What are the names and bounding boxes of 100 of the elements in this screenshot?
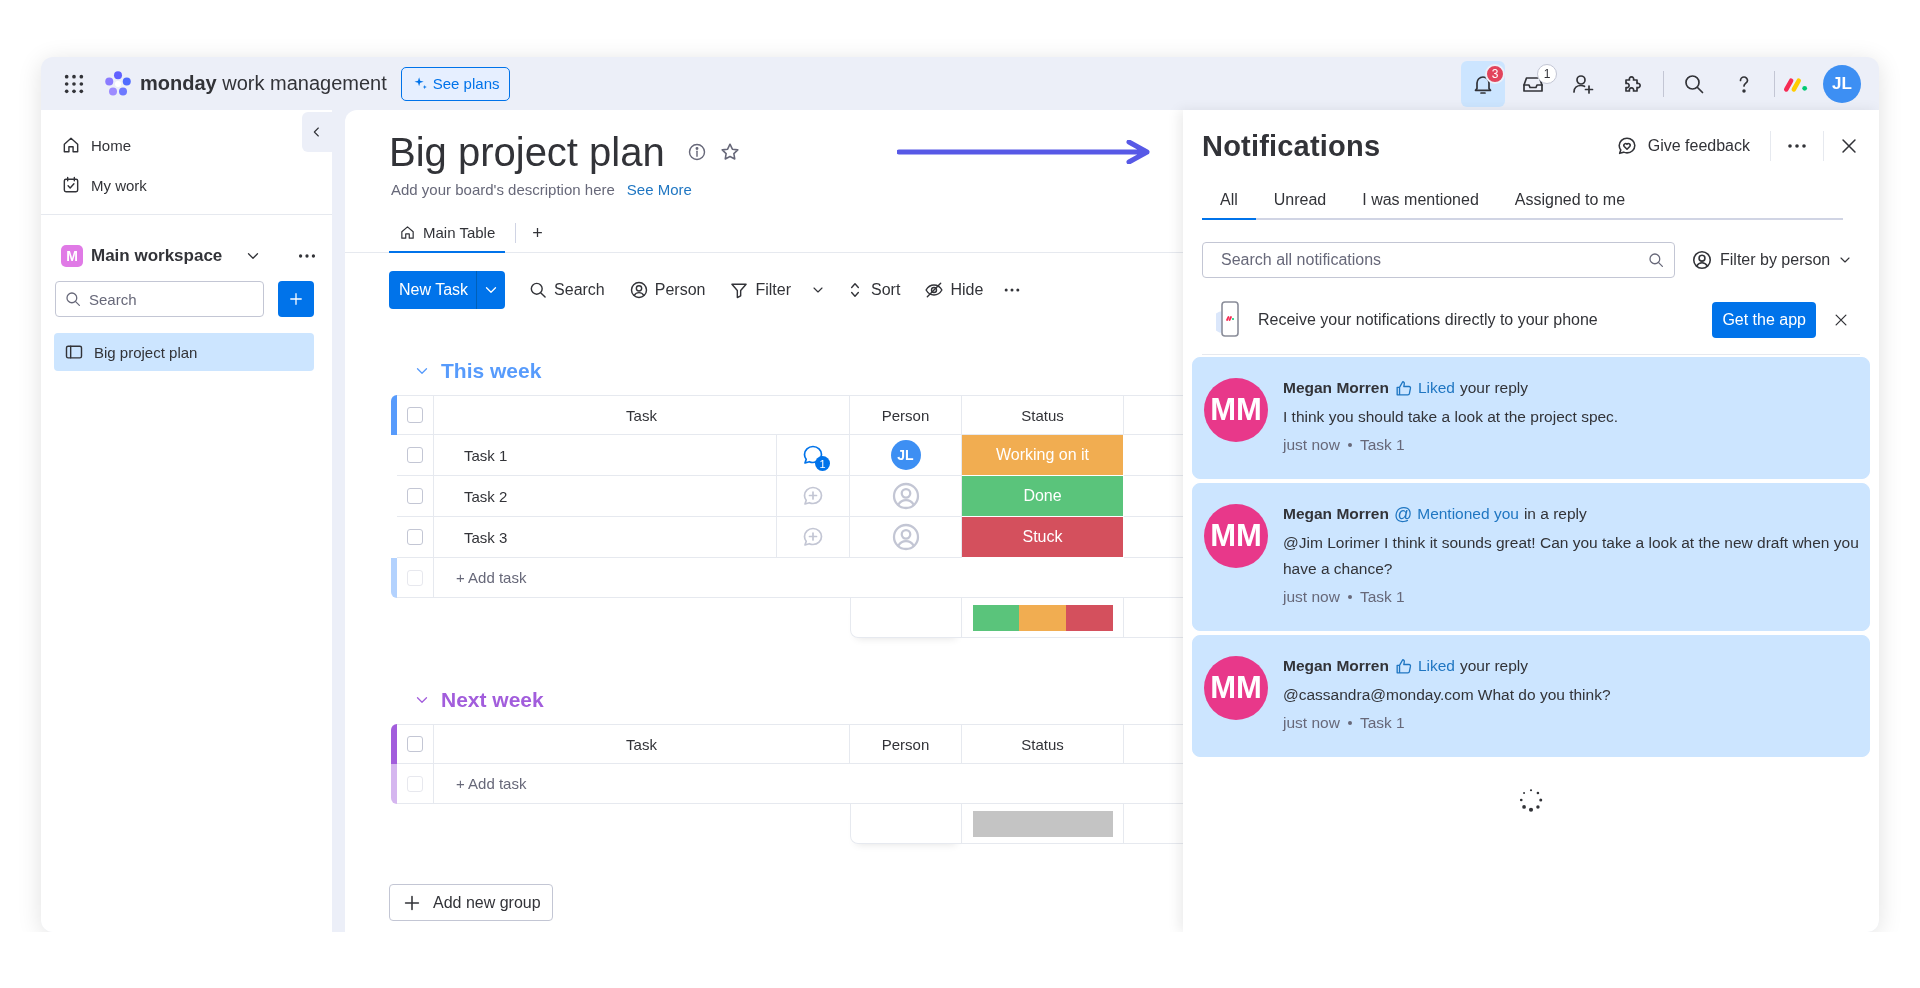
- notification-tab[interactable]: All: [1202, 182, 1256, 220]
- author-avatar: MM: [1204, 656, 1268, 720]
- author-avatar: MM: [1204, 504, 1268, 568]
- separator-dot: [1347, 595, 1352, 599]
- timestamp: just now: [1283, 436, 1340, 454]
- status-cell[interactable]: Stuck: [962, 517, 1124, 558]
- nav-item[interactable]: My work: [53, 168, 302, 202]
- column-header: Status: [962, 724, 1124, 764]
- search-icon: [528, 280, 549, 300]
- column-header: Person: [850, 724, 962, 764]
- toolbar-button[interactable]: Person: [623, 280, 711, 300]
- mention-symbol: @: [1393, 503, 1413, 525]
- toolbar-button[interactable]: Hide: [919, 280, 989, 300]
- loading-spinner-icon: [1518, 787, 1544, 813]
- author-name[interactable]: Megan Morren: [1283, 505, 1389, 523]
- action-context: in a reply: [1523, 505, 1587, 523]
- apps-grid-icon[interactable]: [63, 72, 85, 95]
- action-label: Liked: [1417, 379, 1455, 397]
- checkbox[interactable]: [407, 488, 423, 504]
- update-count: 1: [815, 456, 830, 471]
- group-title[interactable]: Next week: [441, 688, 544, 712]
- chat-bubble-icon[interactable]: [801, 443, 825, 467]
- toolbar-button[interactable]: Filter: [724, 280, 797, 300]
- nav-item[interactable]: Home: [53, 128, 302, 162]
- see-more-link[interactable]: See More: [626, 180, 692, 198]
- task-cell[interactable]: Task 3: [434, 517, 777, 558]
- task-cell[interactable]: Task 2: [434, 476, 777, 517]
- notification-card[interactable]: MM Megan Morren Liked your reply @cassandra@monday.com What do you think? just now Task 1: [1192, 635, 1870, 757]
- workspace-badge: M: [61, 245, 83, 267]
- notification-tab[interactable]: Unread: [1255, 182, 1345, 220]
- task-cell[interactable]: Task 1: [434, 435, 777, 476]
- give-feedback-button[interactable]: Give feedback: [1609, 135, 1756, 157]
- notification-message: I think you should take a look at the project spec.: [1283, 407, 1620, 427]
- checkbox[interactable]: [407, 529, 423, 545]
- add-view-button[interactable]: +: [526, 214, 549, 252]
- task-link[interactable]: Task 1: [1359, 714, 1405, 732]
- checkbox[interactable]: [407, 736, 423, 752]
- info-icon[interactable]: [686, 142, 707, 162]
- checkbox[interactable]: [407, 447, 423, 463]
- person-icon: [628, 280, 649, 300]
- new-task-button[interactable]: New Task: [389, 271, 506, 309]
- add-group-button[interactable]: Add new group: [389, 884, 553, 921]
- column-header: Task: [434, 395, 850, 435]
- task-link[interactable]: Task 1: [1359, 588, 1405, 606]
- action-context: your reply: [1460, 657, 1529, 675]
- home-icon: [399, 224, 416, 241]
- search-field[interactable]: Search all notifications: [1202, 242, 1675, 278]
- group-color-bar: [391, 558, 397, 598]
- workspace-name[interactable]: Main workspace: [91, 246, 238, 266]
- separator-dot: [1347, 721, 1352, 725]
- calendar-check-icon: [61, 175, 81, 195]
- toolbar-button[interactable]: Search: [523, 280, 610, 300]
- board-description[interactable]: Add your board's description here: [391, 180, 615, 198]
- separator-dot: [1347, 443, 1352, 447]
- promo-text: Receive your notifications directly to your phone: [1258, 311, 1599, 329]
- board-title: Big project plan: [389, 129, 665, 175]
- action-label: Liked: [1417, 657, 1455, 675]
- toolbar-button[interactable]: Sort: [840, 280, 906, 300]
- search-icon: [64, 290, 82, 308]
- checkbox[interactable]: [407, 407, 423, 423]
- notification-card[interactable]: MM Megan Morren Liked your reply I think you should take a look at the project spec. just now Task 1: [1192, 357, 1870, 479]
- plus-icon: [287, 290, 305, 308]
- notification-tab[interactable]: I was mentioned: [1344, 182, 1497, 220]
- notification-message: @Jim Lorimer I think it sounds great! Can you take a look at the new draft when you have a chance?: [1283, 533, 1859, 579]
- action-label: Mentioned you: [1417, 505, 1519, 523]
- filter-by-person-button[interactable]: Filter by person: [1691, 249, 1854, 271]
- search-icon: [1647, 251, 1665, 269]
- author-name[interactable]: Megan Morren: [1283, 379, 1389, 397]
- task-link[interactable]: Task 1: [1359, 436, 1405, 454]
- product-name: monday work management: [140, 72, 387, 95]
- author-name[interactable]: Megan Morren: [1283, 657, 1389, 675]
- thumbs-up-icon: [1393, 378, 1413, 398]
- timestamp: just now: [1283, 714, 1340, 732]
- thumbs-up-icon: [1393, 656, 1413, 676]
- author-avatar: MM: [1204, 378, 1268, 442]
- home-icon: [61, 135, 81, 155]
- feedback-icon: [1615, 135, 1638, 157]
- notification-tab[interactable]: Assigned to me: [1496, 182, 1644, 220]
- column-header: Task: [434, 724, 850, 764]
- notification-count: 3: [1485, 63, 1505, 84]
- person-icon: [1691, 249, 1713, 271]
- board-icon: [64, 342, 84, 362]
- action-context: your reply: [1460, 379, 1529, 397]
- notification-card[interactable]: MM Megan Morren @ Mentioned you in a reply @Jim Lorimer I think it sounds great! Can you take a look at the new draft when you have a chance? just now Task 1: [1192, 483, 1870, 631]
- get-app-button[interactable]: Get the app: [1712, 302, 1816, 338]
- board-item[interactable]: Big project plan: [54, 333, 314, 371]
- view-tab[interactable]: Main Table: [389, 214, 506, 253]
- inbox-button[interactable]: 1: [1511, 60, 1555, 107]
- inbox-count: 1: [1537, 63, 1557, 84]
- column-header: Status: [962, 395, 1124, 435]
- timestamp: just now: [1283, 588, 1340, 606]
- filter-icon: [729, 280, 750, 300]
- see-plans-button[interactable]: See plans: [400, 66, 511, 101]
- column-header: Person: [850, 395, 962, 435]
- search-field[interactable]: Search: [55, 281, 264, 317]
- panel-title: Notifications: [1202, 129, 1382, 163]
- notification-message: @cassandra@monday.com What do you think?: [1283, 685, 1612, 705]
- eye-slash-icon: [924, 280, 945, 300]
- add-button[interactable]: [278, 281, 314, 317]
- notifications-button[interactable]: 3: [1461, 60, 1505, 107]
